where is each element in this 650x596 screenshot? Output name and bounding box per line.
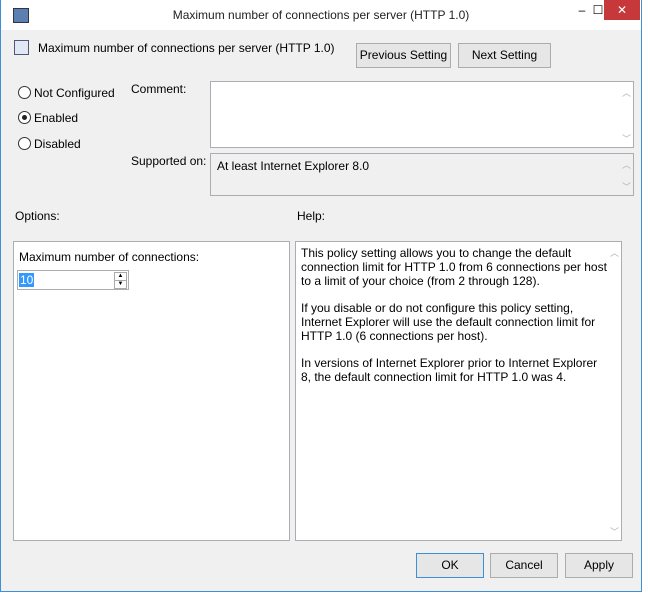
supported-on-value: At least Internet Explorer 8.0 <box>217 159 370 173</box>
spin-down-button[interactable]: ▼ <box>114 280 127 289</box>
setting-icon <box>14 40 29 55</box>
scroll-up-icon[interactable]: ︿ <box>610 246 619 259</box>
max-connections-value[interactable]: 10 <box>19 273 35 287</box>
scroll-down-icon[interactable]: ﹀ <box>622 180 631 193</box>
radio-enabled-label[interactable]: Enabled <box>34 111 78 125</box>
max-connections-spinner[interactable]: 10 ▲ ▼ <box>17 270 129 290</box>
radio-disabled[interactable] <box>18 137 31 150</box>
help-paragraph: If you disable or do not configure this … <box>301 301 596 343</box>
scroll-down-icon[interactable]: ﹀ <box>610 525 619 538</box>
help-label: Help: <box>297 209 326 223</box>
max-connections-label: Maximum number of connections: <box>19 250 200 264</box>
previous-setting-button[interactable]: Previous Setting <box>356 43 451 68</box>
scroll-up-icon[interactable]: ︿ <box>622 86 631 99</box>
policy-dialog: Maximum number of connections per server… <box>0 0 642 592</box>
cancel-button[interactable]: Cancel <box>490 553 558 578</box>
options-label: Options: <box>15 209 60 223</box>
radio-not-configured-label[interactable]: Not Configured <box>34 86 115 100</box>
ok-button[interactable]: OK <box>416 553 484 578</box>
setting-name: Maximum number of connections per server… <box>38 41 335 55</box>
radio-disabled-label[interactable]: Disabled <box>34 137 81 151</box>
close-button[interactable]: ✕ <box>604 0 640 20</box>
radio-not-configured[interactable] <box>18 86 31 99</box>
scroll-down-icon[interactable]: ﹀ <box>622 132 631 145</box>
comment-label: Comment: <box>131 82 187 96</box>
radio-enabled[interactable] <box>18 111 31 124</box>
help-panel: This policy setting allows you to change… <box>295 241 622 541</box>
window-title: Maximum number of connections per server… <box>172 8 470 22</box>
help-paragraph: This policy setting allows you to change… <box>301 246 607 288</box>
options-panel: Maximum number of connections: 10 ▲ ▼ <box>13 241 290 541</box>
apply-button[interactable]: Apply <box>565 553 633 578</box>
scroll-up-icon[interactable]: ︿ <box>622 158 631 171</box>
supported-on-field: At least Internet Explorer 8.0 ︿ ﹀ <box>210 153 634 196</box>
next-setting-button[interactable]: Next Setting <box>458 43 551 68</box>
comment-input[interactable]: ︿ ﹀ <box>210 81 634 148</box>
supported-on-label: Supported on: <box>131 154 207 168</box>
help-paragraph: In versions of Internet Explorer prior t… <box>301 356 598 384</box>
title-bar[interactable]: Maximum number of connections per server… <box>1 0 641 30</box>
